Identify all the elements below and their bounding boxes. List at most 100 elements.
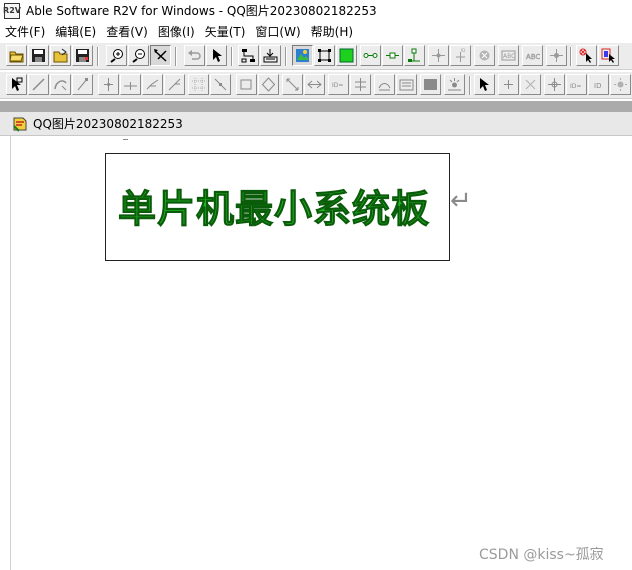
plus-node-button[interactable]: [498, 74, 519, 95]
menu-vector[interactable]: 矢量(T): [200, 23, 251, 40]
toolbar-separator: [175, 47, 177, 66]
menu-help[interactable]: 帮助(H): [306, 23, 358, 40]
connect-button[interactable]: [404, 45, 425, 66]
menu-bar: 文件(F) 编辑(E) 查看(V) 图像(I) 矢量(T) 窗口(W) 帮助(H…: [0, 21, 632, 41]
id-label-button[interactable]: ID=: [328, 74, 349, 95]
toolbar-separator: [97, 47, 99, 66]
vertex-add-icon: [124, 82, 137, 90]
node-point-button[interactable]: [382, 45, 403, 66]
svg-text:ID: ID: [461, 48, 465, 53]
vertex-move-button[interactable]: [98, 74, 119, 95]
zoom-out-button[interactable]: [128, 45, 149, 66]
svg-text:ID=: ID=: [332, 82, 343, 89]
book-button[interactable]: [396, 74, 417, 95]
scale-icon: [378, 83, 391, 91]
scale-button[interactable]: [374, 74, 395, 95]
diamond-button[interactable]: [258, 74, 279, 95]
delete-circle-button[interactable]: [474, 45, 495, 66]
show-image-icon: [296, 49, 309, 62]
svg-text:ID=: ID=: [570, 83, 581, 90]
fill-square-button[interactable]: [420, 74, 441, 95]
green-fill-button[interactable]: [336, 45, 357, 66]
toolbar-separator: [285, 47, 287, 66]
svg-text:ABC: ABC: [526, 53, 540, 61]
sun-node-button[interactable]: [444, 74, 465, 95]
save-vector-icon: [76, 49, 89, 62]
cross-point-button[interactable]: [428, 45, 449, 66]
document-title: QQ图片20230802182253: [33, 117, 183, 131]
save-vector-button[interactable]: [72, 45, 93, 66]
toolbar-separator: [231, 47, 233, 66]
raster-image-frame[interactable]: 单片机最小系统板: [105, 153, 450, 261]
rectangle-icon: [240, 79, 252, 90]
menu-image[interactable]: 图像(I): [153, 23, 200, 40]
vertex-join-button[interactable]: [142, 74, 163, 95]
arrow-both-icon: [307, 80, 322, 89]
id-point-button[interactable]: ID: [450, 45, 471, 66]
select-box-red-button[interactable]: [598, 45, 619, 66]
connect-icon: [408, 48, 420, 62]
text-label-icon: ID: [594, 82, 601, 90]
light-button[interactable]: [610, 74, 631, 95]
menu-file[interactable]: 文件(F): [0, 23, 50, 40]
undo-button[interactable]: [184, 45, 205, 66]
node-line-icon: [363, 53, 378, 58]
book-icon: [399, 79, 414, 91]
align-icon: [355, 78, 366, 91]
star-node-icon: [550, 49, 563, 62]
trace-button[interactable]: [238, 45, 259, 66]
text-abc-outline-button[interactable]: ABC: [522, 45, 543, 66]
select-arrow-button[interactable]: [206, 45, 227, 66]
pan-button[interactable]: [150, 45, 171, 66]
line-break-button[interactable]: [210, 74, 231, 95]
select-box-red-icon: [601, 48, 615, 63]
select-red-button[interactable]: [576, 45, 597, 66]
r2v-app-icon: R2V: [3, 2, 21, 19]
line-draw-button[interactable]: [28, 74, 49, 95]
document-titlebar[interactable]: QQ图片20230802182253: [0, 112, 632, 136]
vertex-join-icon: [146, 79, 159, 90]
grid-points-button[interactable]: [188, 74, 209, 95]
canvas-border: [10, 136, 11, 570]
canvas-marker: [123, 136, 128, 140]
show-vector-button[interactable]: [314, 45, 335, 66]
light-icon: [614, 78, 627, 91]
cross-arrows-icon: [548, 78, 561, 91]
zoom-out-icon: [132, 49, 145, 63]
return-mark: ↵: [450, 186, 472, 216]
zoom-in-button[interactable]: [106, 45, 127, 66]
curve-button[interactable]: [50, 74, 71, 95]
select-cursor-button[interactable]: [474, 74, 495, 95]
vertex-split-button[interactable]: [164, 74, 185, 95]
vertex-add-button[interactable]: [120, 74, 141, 95]
open-button[interactable]: [6, 45, 27, 66]
arrow-both-button[interactable]: [304, 74, 325, 95]
id-marker-button[interactable]: ID=: [566, 74, 587, 95]
show-image-button[interactable]: [292, 45, 313, 66]
show-vector-icon: [318, 49, 331, 62]
diagonal-button[interactable]: [282, 74, 303, 95]
node-line-button[interactable]: [360, 45, 381, 66]
x-node-icon: [525, 79, 536, 90]
edit-pointer-button[interactable]: [6, 74, 27, 95]
align-button[interactable]: [350, 74, 371, 95]
menu-window[interactable]: 窗口(W): [250, 23, 305, 40]
text-abc-button[interactable]: ABC: [498, 45, 519, 66]
zoom-in-icon: [110, 49, 123, 63]
window-titlebar[interactable]: R2V Able Software R2V for Windows - QQ图片…: [0, 0, 632, 21]
x-node-button[interactable]: [520, 74, 541, 95]
rectangle-button[interactable]: [236, 74, 257, 95]
star-node-button[interactable]: [546, 45, 567, 66]
save-button[interactable]: [28, 45, 49, 66]
menu-view[interactable]: 查看(V): [101, 23, 153, 40]
slash-button[interactable]: [72, 74, 93, 95]
menu-edit[interactable]: 编辑(E): [50, 23, 101, 40]
auto-trace-button[interactable]: [260, 45, 281, 66]
id-marker-icon: ID=: [570, 83, 581, 90]
auto-trace-icon: [263, 49, 278, 63]
cross-arrows-button[interactable]: [544, 74, 565, 95]
text-label-button[interactable]: ID: [588, 74, 609, 95]
text-abc-outline-icon: ABC: [526, 53, 540, 62]
open-vector-button[interactable]: [50, 45, 71, 66]
id-label-icon: ID=: [332, 82, 343, 89]
